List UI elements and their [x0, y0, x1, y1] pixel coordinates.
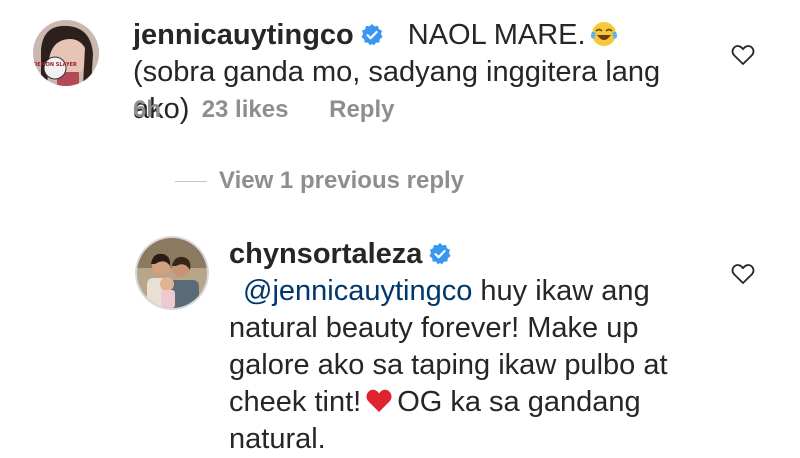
avatar[interactable]: DEMON SLAYER — [33, 20, 99, 86]
reply-button[interactable]: Reply — [329, 96, 394, 123]
comment-meta: 6h 23 likes Reply — [133, 96, 428, 124]
divider — [175, 181, 207, 182]
face-with-tears-of-joy-icon — [590, 22, 617, 46]
avatar-photo — [137, 238, 207, 308]
red-heart-icon — [366, 389, 392, 412]
comment-time: 6h — [133, 96, 162, 123]
comment-username[interactable]: chynsortaleza — [229, 238, 422, 270]
comment-likes[interactable]: 23 likes — [202, 96, 289, 123]
avatar-photo: DEMON SLAYER — [33, 20, 99, 86]
comment-username[interactable]: jennicauytingco — [133, 19, 354, 51]
avatar-badge: DEMON SLAYER — [33, 62, 77, 68]
mention-link[interactable]: @jennicauytingco — [243, 275, 472, 307]
heart-outline-icon[interactable] — [731, 44, 755, 66]
reply-text: chynsortaleza @jennicauytingco huy ikaw … — [229, 236, 699, 458]
heart-outline-icon[interactable] — [731, 263, 755, 285]
avatar[interactable] — [137, 238, 207, 308]
verified-badge-icon — [429, 243, 452, 265]
verified-badge-icon — [361, 24, 383, 46]
comment-body: NAOL MARE. — [407, 19, 586, 51]
view-replies-button[interactable]: View 1 previous reply — [219, 167, 464, 195]
